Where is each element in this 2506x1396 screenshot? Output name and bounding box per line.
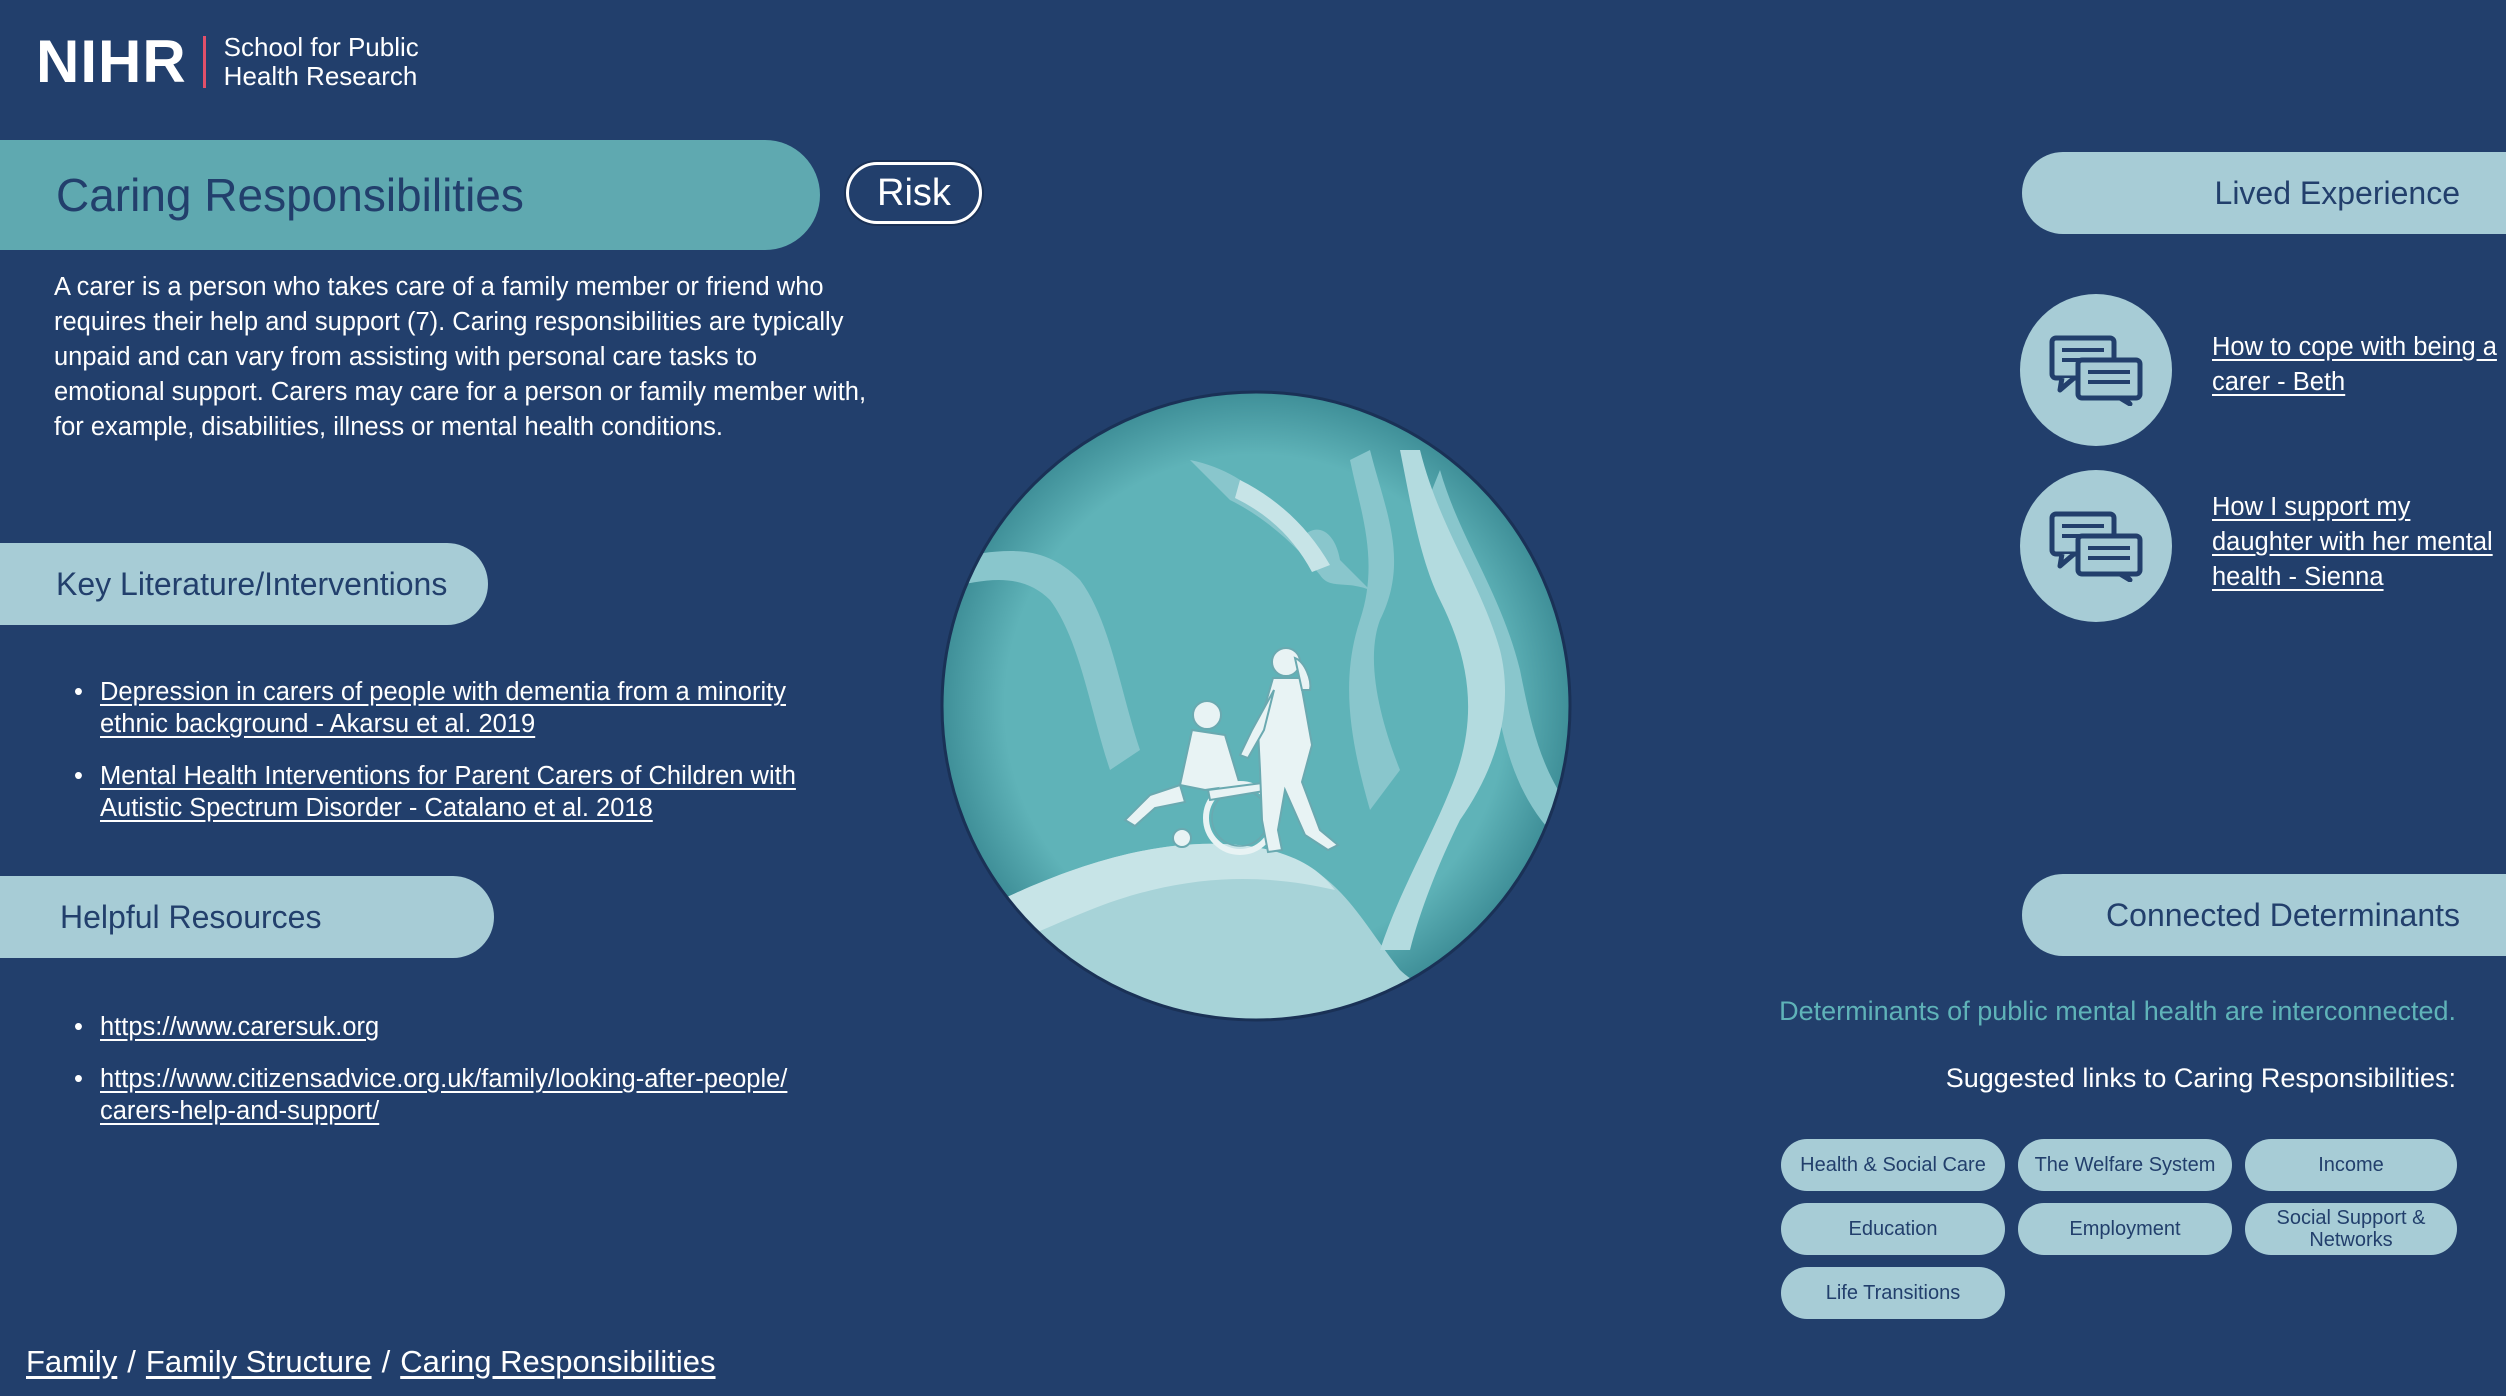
page-title: Caring Responsibilities [56,169,524,221]
nihr-logo: NIHR School for Public Health Research [36,30,419,94]
list-item: https://www.citizensadvice.org.uk/family… [74,1063,800,1127]
determinant-tag-health-social-care[interactable]: Health & Social Care [1781,1139,2005,1191]
list-item: Depression in carers of people with deme… [74,676,860,740]
page-title-bar: Caring Responsibilities [0,140,820,250]
breadcrumb-separator: / [127,1344,136,1379]
breadcrumb-separator: / [381,1344,391,1379]
connected-determinants-header: Connected Determinants [2022,874,2506,956]
lived-experience-header: Lived Experience [2022,152,2506,234]
logo-brand: NIHR [36,28,187,95]
lived-experience-item: How to cope with being a carer - Beth [2020,294,2506,450]
resources-header: Helpful Resources [0,876,494,958]
breadcrumb-link-family-structure[interactable]: Family Structure [146,1344,372,1379]
logo-school-name: School for Public Health Research [223,32,419,91]
list-item: Mental Health Interventions for Parent C… [74,760,860,824]
determinant-tag-education[interactable]: Education [1781,1203,2005,1255]
connected-determinants-header-label: Connected Determinants [2106,896,2460,933]
risk-button[interactable]: Risk [846,162,982,224]
determinant-tag-income[interactable]: Income [2245,1139,2457,1191]
resource-link[interactable]: https://www.citizensadvice.org.uk/family… [100,1065,787,1125]
lived-experience-link[interactable]: How to cope with being a carer - Beth [2212,330,2506,400]
chat-bubbles-icon[interactable] [2020,294,2172,446]
resource-link[interactable]: https://www.carersuk.org [100,1013,379,1041]
determinant-tag-welfare-system[interactable]: The Welfare System [2018,1139,2232,1191]
determinant-tag-life-transitions[interactable]: Life Transitions [1781,1267,2005,1319]
lived-experience-header-label: Lived Experience [2214,174,2460,211]
lived-experience-link[interactable]: How I support my daughter with her menta… [2212,490,2506,595]
determinant-tag-social-support[interactable]: Social Support & Networks [2245,1203,2457,1255]
resources-header-label: Helpful Resources [60,898,322,935]
literature-header: Key Literature/Interventions [0,543,488,625]
chat-bubbles-icon-graphic [2049,511,2143,582]
lived-experience-item: How I support my daughter with her menta… [2020,470,2506,626]
list-item: https://www.carersuk.org [74,1011,860,1043]
breadcrumb-link-caring-responsibilities[interactable]: Caring Responsibilities [400,1344,715,1379]
literature-header-label: Key Literature/Interventions [56,565,448,602]
literature-link[interactable]: Depression in carers of people with deme… [100,678,786,738]
connected-note: Determinants of public mental health are… [1779,996,2456,1026]
chat-bubbles-icon-graphic [2049,335,2143,406]
determinant-tag-employment[interactable]: Employment [2018,1203,2232,1255]
chat-bubbles-icon[interactable] [2020,470,2172,622]
intro-text: A carer is a person who takes care of a … [54,273,867,441]
literature-link[interactable]: Mental Health Interventions for Parent C… [100,762,796,822]
resources-list: https://www.carersuk.org https://www.cit… [74,1011,860,1147]
logo-divider [202,36,206,88]
breadcrumb-link-family[interactable]: Family [26,1344,117,1379]
connected-subheading: Suggested links to Caring Responsibiliti… [1945,1063,2456,1093]
breadcrumb: Family / Family Structure / Caring Responsib… [26,1344,716,1380]
carer-pushing-wheelchair-illustration [940,390,1572,1022]
literature-list: Depression in carers of people with deme… [74,676,860,844]
